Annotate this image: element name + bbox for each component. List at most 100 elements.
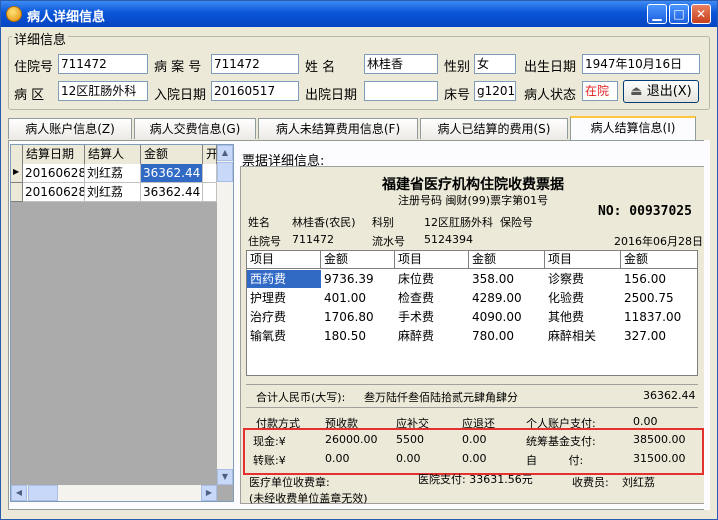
scroll-h-thumb[interactable]	[28, 485, 58, 501]
inpatient-no-label: 住院号	[14, 60, 54, 75]
fee-item: 其他费	[548, 310, 585, 324]
fee-amount: 156.00	[624, 272, 666, 286]
receipt-inpatient: 711472	[292, 233, 334, 246]
fee-item: 护理费	[250, 291, 287, 305]
cell-amount: 36362.44	[141, 183, 203, 202]
col-amount[interactable]: 金额	[141, 145, 203, 164]
divider	[246, 384, 698, 385]
tab-account-info[interactable]: 病人账户信息(Z)	[8, 118, 132, 139]
fee-item[interactable]: 西药费	[247, 270, 321, 288]
maximize-button[interactable]: □	[669, 4, 689, 24]
scroll-down-icon[interactable]: ▼	[217, 469, 233, 485]
fee-amount: 11837.00	[624, 310, 682, 324]
fee-amount: 358.00	[472, 272, 514, 286]
fee-amount: 2500.75	[624, 291, 674, 305]
table-row[interactable]: 20160628 刘红荔 36362.44	[23, 164, 217, 183]
total-label: 合计人民币(大写):	[256, 391, 346, 404]
fee-amount: 4090.00	[472, 310, 522, 324]
cell-person: 刘红荔	[85, 183, 141, 202]
admit-date-field[interactable]: 20160517	[211, 81, 299, 101]
grid-header: 结算日期 结算人 金额 开	[11, 145, 217, 165]
cell-date: 20160628	[23, 164, 85, 183]
fee-item: 麻醉相关	[548, 329, 597, 343]
col-settle-date[interactable]: 结算日期	[23, 145, 85, 164]
gender-field[interactable]: 女	[474, 54, 516, 74]
fee-col-header: 项目	[545, 251, 621, 269]
receipt-number: NO: 00937025	[598, 204, 692, 219]
tab-settled-fees[interactable]: 病人已结算的费用(S)	[420, 118, 568, 139]
discharge-date-field[interactable]	[364, 81, 438, 101]
case-no-label: 病 案 号	[154, 60, 202, 75]
receipt-insurance-label: 保险号	[500, 216, 533, 229]
tab-payment-info[interactable]: 病人交费信息(G)	[134, 118, 256, 139]
tab-unsettled-fees[interactable]: 病人未结算费用信息(F)	[258, 118, 418, 139]
title-bar[interactable]: 病人详细信息 ▁ □ ✕	[1, 1, 717, 27]
col-more[interactable]: 开	[203, 145, 217, 164]
fee-col-header: 项目	[395, 251, 469, 269]
gender-label: 性别	[444, 60, 471, 75]
fee-col-header: 金额	[469, 251, 545, 269]
hospital-stamp-label: 医疗单位收费章:	[249, 476, 330, 489]
receipt-dept-label: 科别	[372, 216, 394, 229]
personal-account-value: 0.00	[633, 415, 658, 428]
receipt-name-label: 姓名	[248, 216, 270, 229]
fee-amount: 327.00	[624, 329, 666, 343]
status-label: 病人状态	[524, 88, 577, 103]
fee-amount: 401.00	[324, 291, 366, 305]
receipt-name: 林桂香(农民)	[292, 216, 356, 229]
minimize-button[interactable]: ▁	[647, 4, 667, 24]
cell-more	[203, 164, 217, 183]
hospital-payment: 医院支付: 33631.56元	[418, 473, 533, 486]
cashier-label: 收费员:	[572, 476, 609, 489]
ward-field[interactable]: 12区肛肠外科	[58, 81, 148, 101]
bed-field[interactable]: g1201	[474, 81, 516, 101]
cell-date: 20160628	[23, 183, 85, 202]
receipt-note: (未经收费单位盖章无效)	[249, 492, 368, 505]
ward-label: 病 区	[14, 88, 45, 103]
bed-label: 床号	[444, 88, 471, 103]
row-indicator	[11, 183, 23, 202]
tab-settlement-info[interactable]: 病人结算信息(I)	[570, 116, 696, 140]
birth-field[interactable]: 1947年10月16日	[582, 54, 700, 74]
total-amount: 36362.44	[643, 389, 696, 402]
grid-vertical-scrollbar[interactable]: ▲ ▼	[217, 145, 233, 485]
receipt-serial: 5124394	[424, 233, 473, 246]
settlement-grid[interactable]: 结算日期 结算人 金额 开 ▶ 20160628 刘红荔 36362.44 20…	[10, 144, 234, 502]
grid-corner	[11, 145, 23, 164]
fee-item: 床位费	[398, 272, 435, 286]
receipt-serial-label: 流水号	[372, 235, 405, 248]
receipt-date: 2016年06月28日	[614, 235, 703, 248]
scroll-left-icon[interactable]: ◀	[11, 485, 27, 501]
fee-item: 治疗费	[250, 310, 287, 324]
cell-more	[203, 183, 217, 202]
scroll-up-icon[interactable]: ▲	[217, 145, 233, 161]
name-field[interactable]: 林桂香	[364, 54, 438, 74]
total-words: 叁万陆仟叁佰陆拾贰元肆角肆分	[364, 391, 518, 404]
inpatient-no-field[interactable]: 711472	[58, 54, 148, 74]
fee-item: 化验费	[548, 291, 585, 305]
case-no-field[interactable]: 711472	[211, 54, 299, 74]
fee-item: 输氧费	[250, 329, 287, 343]
fee-amount: 9736.39	[324, 272, 374, 286]
scroll-thumb[interactable]	[217, 162, 233, 182]
grid-horizontal-scrollbar[interactable]: ◀ ▶	[11, 485, 217, 501]
app-icon	[6, 6, 22, 22]
table-row[interactable]: 20160628 刘红荔 36362.44	[23, 183, 217, 202]
panel-edge	[704, 140, 710, 510]
cell-person: 刘红荔	[85, 164, 141, 183]
status-field[interactable]: 在院	[582, 81, 618, 101]
close-button[interactable]: ✕	[691, 4, 711, 24]
fee-col-header: 项目	[247, 251, 321, 269]
fee-amount: 180.50	[324, 329, 366, 343]
exit-button[interactable]: ⏏ 退出(X)	[623, 80, 699, 103]
col-settler[interactable]: 结算人	[85, 145, 141, 164]
admit-date-label: 入院日期	[154, 88, 207, 103]
receipt-inpatient-label: 住院号	[248, 235, 281, 248]
receipt-title: 福建省医疗机构住院收费票据	[382, 177, 564, 193]
fee-col-header: 金额	[621, 251, 697, 269]
cell-amount[interactable]: 36362.44	[141, 164, 203, 183]
receipt-reg-no: 注册号码 闽财(99)票字第01号	[398, 194, 549, 207]
exit-icon: ⏏	[630, 84, 643, 99]
scroll-right-icon[interactable]: ▶	[201, 485, 217, 501]
highlight-box	[243, 428, 704, 475]
